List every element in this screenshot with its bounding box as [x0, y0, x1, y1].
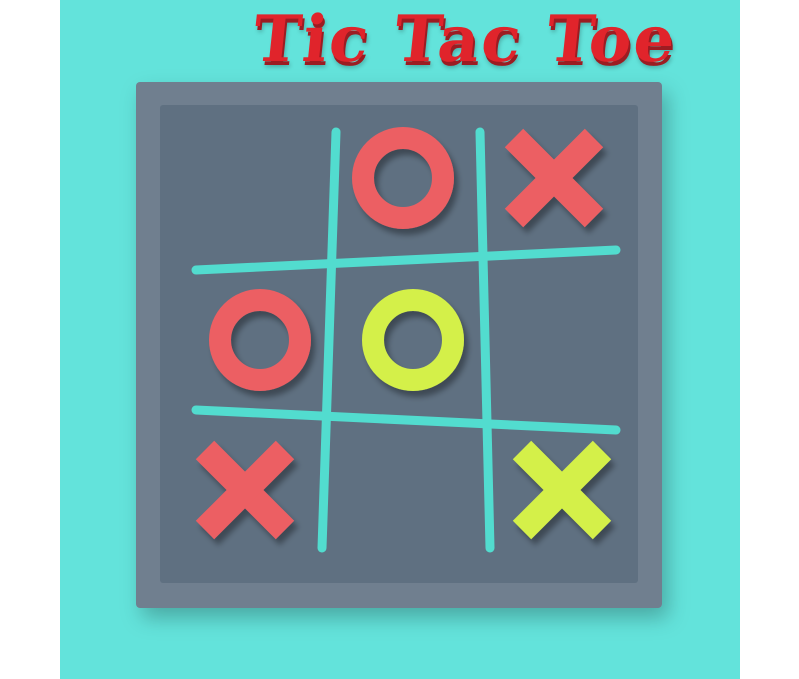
cell-bottom-right[interactable]	[497, 425, 627, 555]
game-board-svg	[60, 0, 740, 679]
cell-bottom-left[interactable]	[180, 425, 310, 555]
cell-top-right[interactable]	[489, 113, 619, 243]
game-scene: Tic Tac Toe	[60, 0, 740, 679]
game-title: Tic Tac Toe	[249, 2, 681, 77]
cell-hit-area[interactable]	[202, 113, 332, 243]
cell-top-center[interactable]	[338, 113, 468, 243]
cell-hit-area[interactable]	[500, 275, 630, 405]
board-cells	[180, 113, 630, 555]
cell-middle-left[interactable]	[195, 275, 325, 405]
cell-middle-right[interactable]	[500, 275, 630, 405]
cell-middle-center[interactable]	[348, 275, 478, 405]
cell-top-left[interactable]	[202, 113, 332, 243]
cell-bottom-center[interactable]	[325, 425, 455, 555]
cell-hit-area[interactable]	[325, 425, 455, 555]
